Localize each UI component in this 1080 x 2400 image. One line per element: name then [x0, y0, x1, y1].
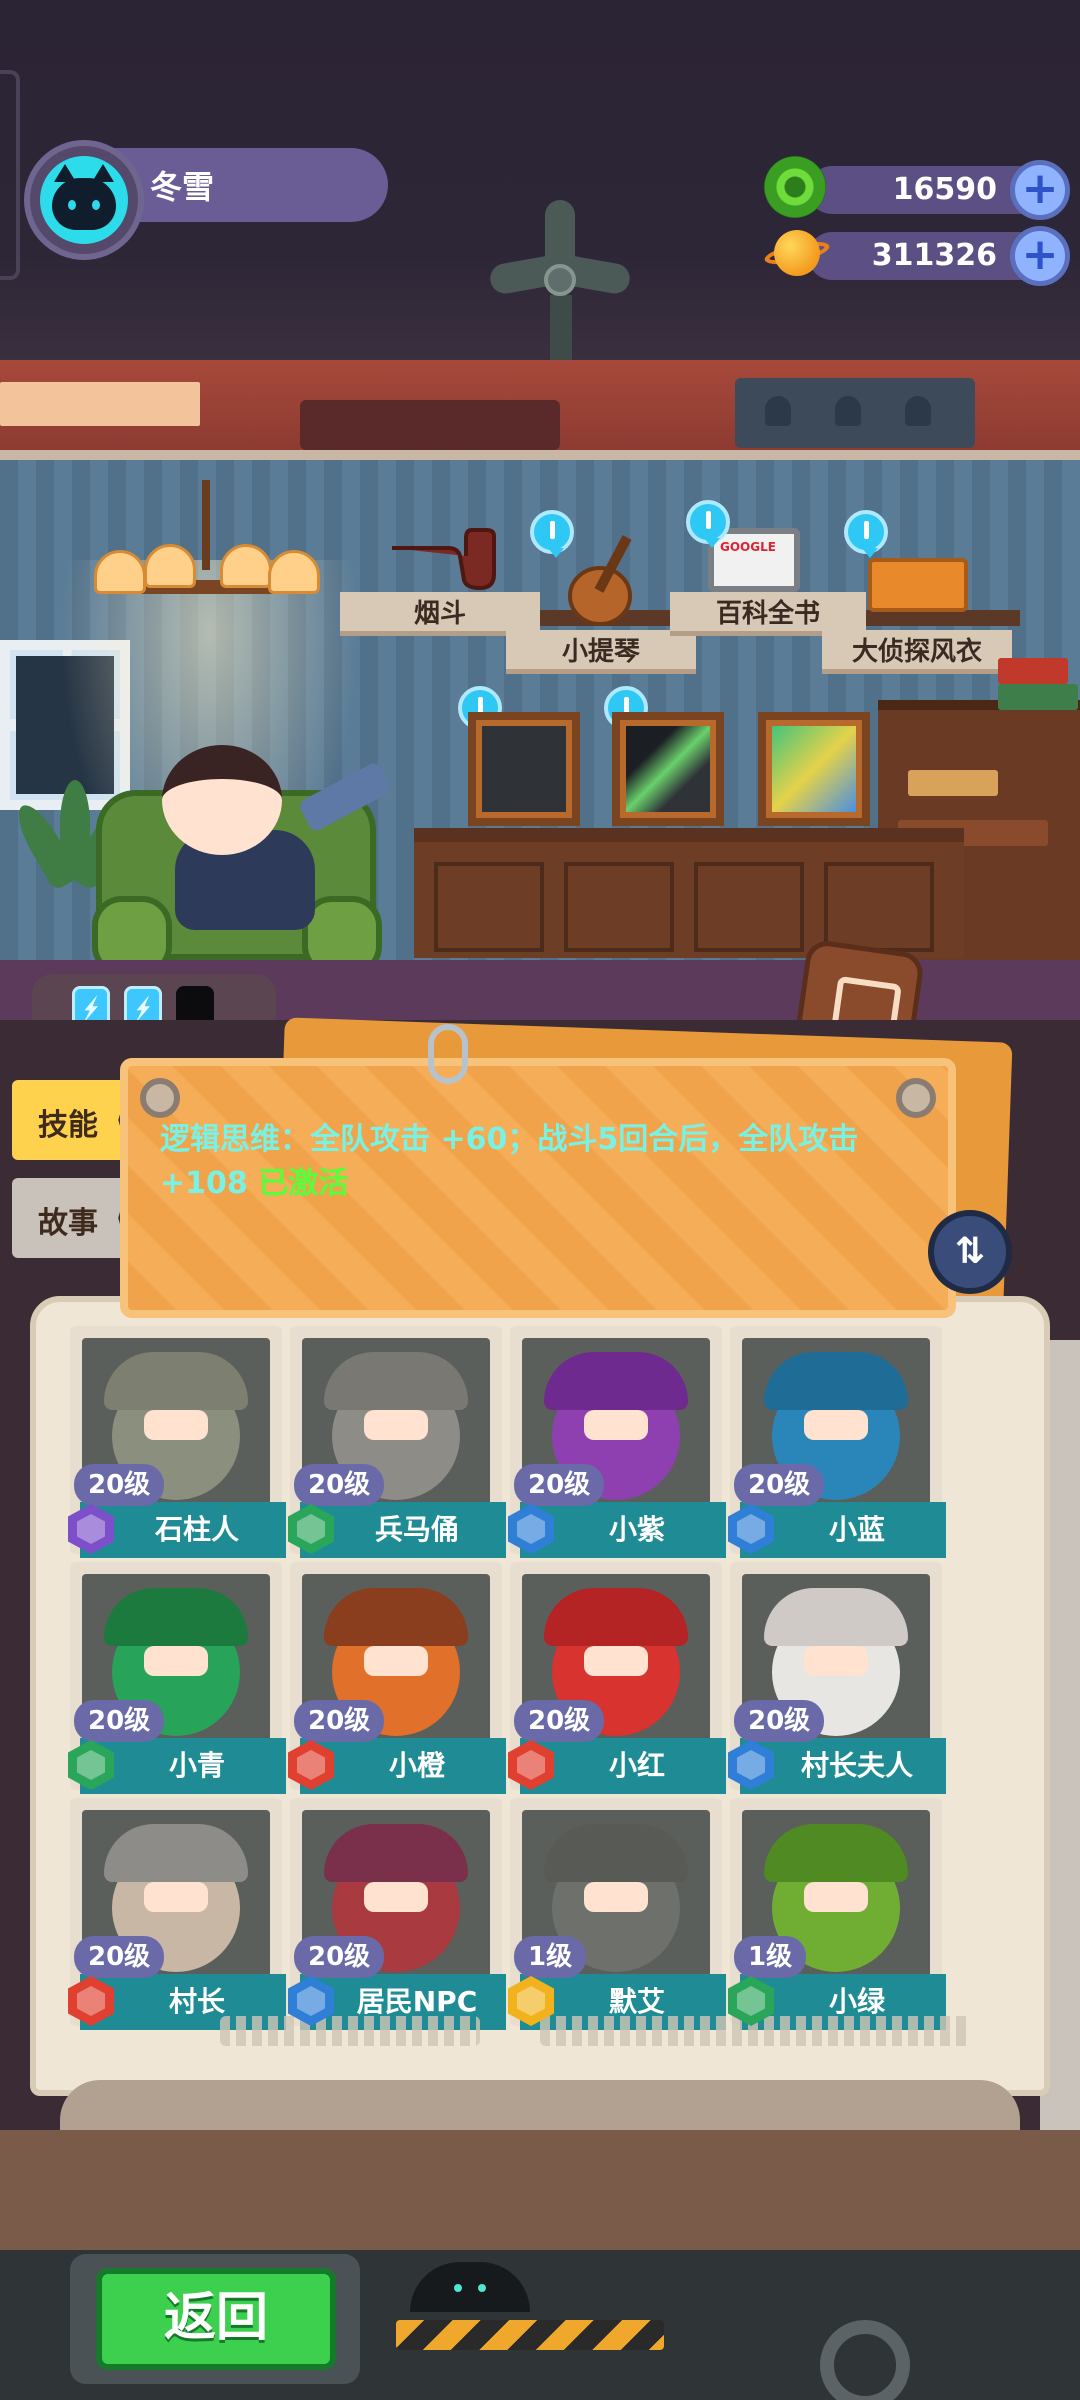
- character-card[interactable]: 1级 小绿: [728, 1798, 946, 2030]
- level-badge: 20级: [734, 1700, 825, 1742]
- character-card[interactable]: 1级 默艾: [508, 1798, 726, 2030]
- level-badge: 20级: [74, 1464, 165, 1506]
- character-face: [364, 1410, 428, 1440]
- character-grid: 20级 石柱人 20级 兵马俑 20级 小紫 20级 小蓝 20级 小青 20级 小橙 20级 小红 20级…: [68, 1326, 1010, 2030]
- character-card[interactable]: 20级 小青: [68, 1562, 286, 1794]
- tablet-logo-text: GOOGLE: [720, 540, 776, 554]
- avatar[interactable]: [24, 140, 144, 260]
- coat-icon[interactable]: [868, 558, 968, 612]
- add-green-currency-button[interactable]: +: [1010, 160, 1070, 220]
- add-planet-currency-button[interactable]: +: [1010, 226, 1070, 286]
- character-hat: [764, 1824, 908, 1882]
- skill-status: 已激活: [258, 1166, 349, 1201]
- level-badge: 20级: [294, 1464, 385, 1506]
- character-hat: [764, 1352, 908, 1410]
- level-badge: 20级: [514, 1700, 605, 1742]
- level-badge: 20级: [294, 1700, 385, 1742]
- character-face: [584, 1410, 648, 1440]
- character-card[interactable]: 20级 石柱人: [68, 1326, 286, 1558]
- side-drawer-handle[interactable]: [0, 70, 20, 280]
- desk: [414, 828, 964, 958]
- character-hat: [324, 1352, 468, 1410]
- info-bubble-icon[interactable]: [844, 510, 888, 558]
- tab-story[interactable]: 故事: [12, 1178, 130, 1258]
- item-label-violin: 小提琴: [506, 630, 696, 674]
- planet-coin-icon: [762, 226, 832, 282]
- character-face: [144, 1646, 208, 1676]
- character-hat: [544, 1824, 688, 1882]
- character-hat: [104, 1824, 248, 1882]
- tab-skills[interactable]: 技能: [12, 1080, 130, 1160]
- portrait-frame-3: [758, 712, 870, 826]
- ceiling-fan-decoration: [470, 200, 650, 360]
- info-bubble-icon[interactable]: [686, 500, 730, 548]
- back-button[interactable]: 返回: [96, 2268, 336, 2370]
- character-card[interactable]: 20级 兵马俑: [288, 1326, 506, 1558]
- currency-planet-value: 311326: [808, 232, 1033, 280]
- portrait-frame-1: [468, 712, 580, 826]
- portrait-frame-2: [612, 712, 724, 826]
- skill-description: 逻辑思维：全队攻击 +60；战斗5回合后，全队攻击 +108 已激活: [160, 1118, 910, 1206]
- character-face: [364, 1882, 428, 1912]
- character-face: [584, 1882, 648, 1912]
- character-card[interactable]: 20级 村长夫人: [728, 1562, 946, 1794]
- character-face: [804, 1882, 868, 1912]
- character-face: [804, 1410, 868, 1440]
- info-bubble-icon[interactable]: [530, 510, 574, 558]
- chandelier-icon: [90, 480, 320, 630]
- character-face: [804, 1646, 868, 1676]
- character-hat: [104, 1588, 248, 1646]
- violin-icon[interactable]: [560, 530, 650, 630]
- room-ceiling: [0, 360, 1080, 460]
- blurred-text: [220, 2016, 480, 2046]
- character-card[interactable]: 20级 小蓝: [728, 1326, 946, 1558]
- character-face: [144, 1410, 208, 1440]
- character-face: [364, 1646, 428, 1676]
- currency-green: 16590 +: [764, 156, 1074, 220]
- character-hat: [104, 1352, 248, 1410]
- currency-green-value: 16590: [808, 166, 1033, 214]
- pipe-icon[interactable]: [388, 526, 498, 590]
- character-hat: [324, 1824, 468, 1882]
- player-name: 冬雪: [110, 148, 388, 222]
- hazard-stripe: [396, 2320, 664, 2350]
- character-card[interactable]: 20级 居民NPC: [288, 1798, 506, 2030]
- character-hat: [544, 1588, 688, 1646]
- item-label-coat: 大侦探风衣: [822, 630, 1012, 674]
- character-hat: [324, 1588, 468, 1646]
- swap-arrows-button[interactable]: ⇅: [928, 1210, 1012, 1294]
- character-card[interactable]: 20级 小橙: [288, 1562, 506, 1794]
- character-card[interactable]: 20级 村长: [68, 1798, 286, 2030]
- level-badge: 1级: [734, 1936, 807, 1978]
- character-card[interactable]: 20级 小红: [508, 1562, 726, 1794]
- paperclip-icon: [428, 1024, 468, 1084]
- currency-planet: 311326 +: [762, 226, 1074, 286]
- character-face: [144, 1882, 208, 1912]
- book-base: [0, 2130, 1080, 2250]
- character-face: [584, 1646, 648, 1676]
- character-hat: [544, 1352, 688, 1410]
- gear-decoration-icon: [820, 2320, 910, 2400]
- level-badge: 20级: [74, 1936, 165, 1978]
- level-badge: 1级: [514, 1936, 587, 1978]
- detective-character[interactable]: [162, 745, 282, 855]
- level-badge: 20级: [514, 1464, 605, 1506]
- cat-avatar-icon: [40, 156, 128, 244]
- level-badge: 20级: [74, 1700, 165, 1742]
- level-badge: 20级: [734, 1464, 825, 1506]
- character-hat: [764, 1588, 908, 1646]
- character-card[interactable]: 20级 小紫: [508, 1326, 726, 1558]
- green-ring-coin-icon: [764, 156, 826, 218]
- level-badge: 20级: [294, 1936, 385, 1978]
